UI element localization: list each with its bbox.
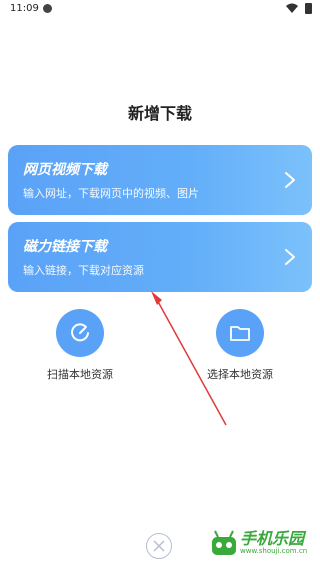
scan-local-resources-label: 扫描本地资源 xyxy=(47,368,113,381)
status-bar: 11:09 xyxy=(0,0,320,18)
wifi-icon xyxy=(286,3,298,13)
watermark-text: 手机乐园 xyxy=(240,529,305,548)
page-title: 新增下载 xyxy=(127,104,192,123)
close-icon xyxy=(153,540,165,552)
close-button[interactable] xyxy=(146,533,172,559)
chevron-right-icon xyxy=(285,249,295,265)
card-title: 网页视频下载 xyxy=(23,162,107,178)
select-local-resources-label: 选择本地资源 xyxy=(207,368,273,381)
web-video-download-card[interactable]: 网页视频下载 输入网址，下载网页中的视频、图片 xyxy=(8,145,312,215)
notification-dot-icon xyxy=(43,4,52,13)
status-time: 11:09 xyxy=(10,3,39,14)
scan-icon xyxy=(71,323,89,342)
battery-icon xyxy=(305,3,312,14)
scan-local-resources-button[interactable] xyxy=(56,309,104,357)
chevron-right-icon xyxy=(285,172,295,188)
card-title: 磁力链接下载 xyxy=(23,239,107,255)
select-local-resources-button[interactable] xyxy=(216,309,264,357)
card-subtitle: 输入链接，下载对应资源 xyxy=(23,264,144,277)
magnet-link-download-card[interactable]: 磁力链接下载 输入链接，下载对应资源 xyxy=(8,222,312,292)
watermark-url: www.shouji.com.cn xyxy=(240,547,308,555)
folder-icon xyxy=(230,326,250,341)
card-subtitle: 输入网址，下载网页中的视频、图片 xyxy=(23,187,199,200)
watermark-logo: 手机乐园 www.shouji.com.cn xyxy=(210,525,320,565)
robot-logo-icon xyxy=(212,530,236,555)
